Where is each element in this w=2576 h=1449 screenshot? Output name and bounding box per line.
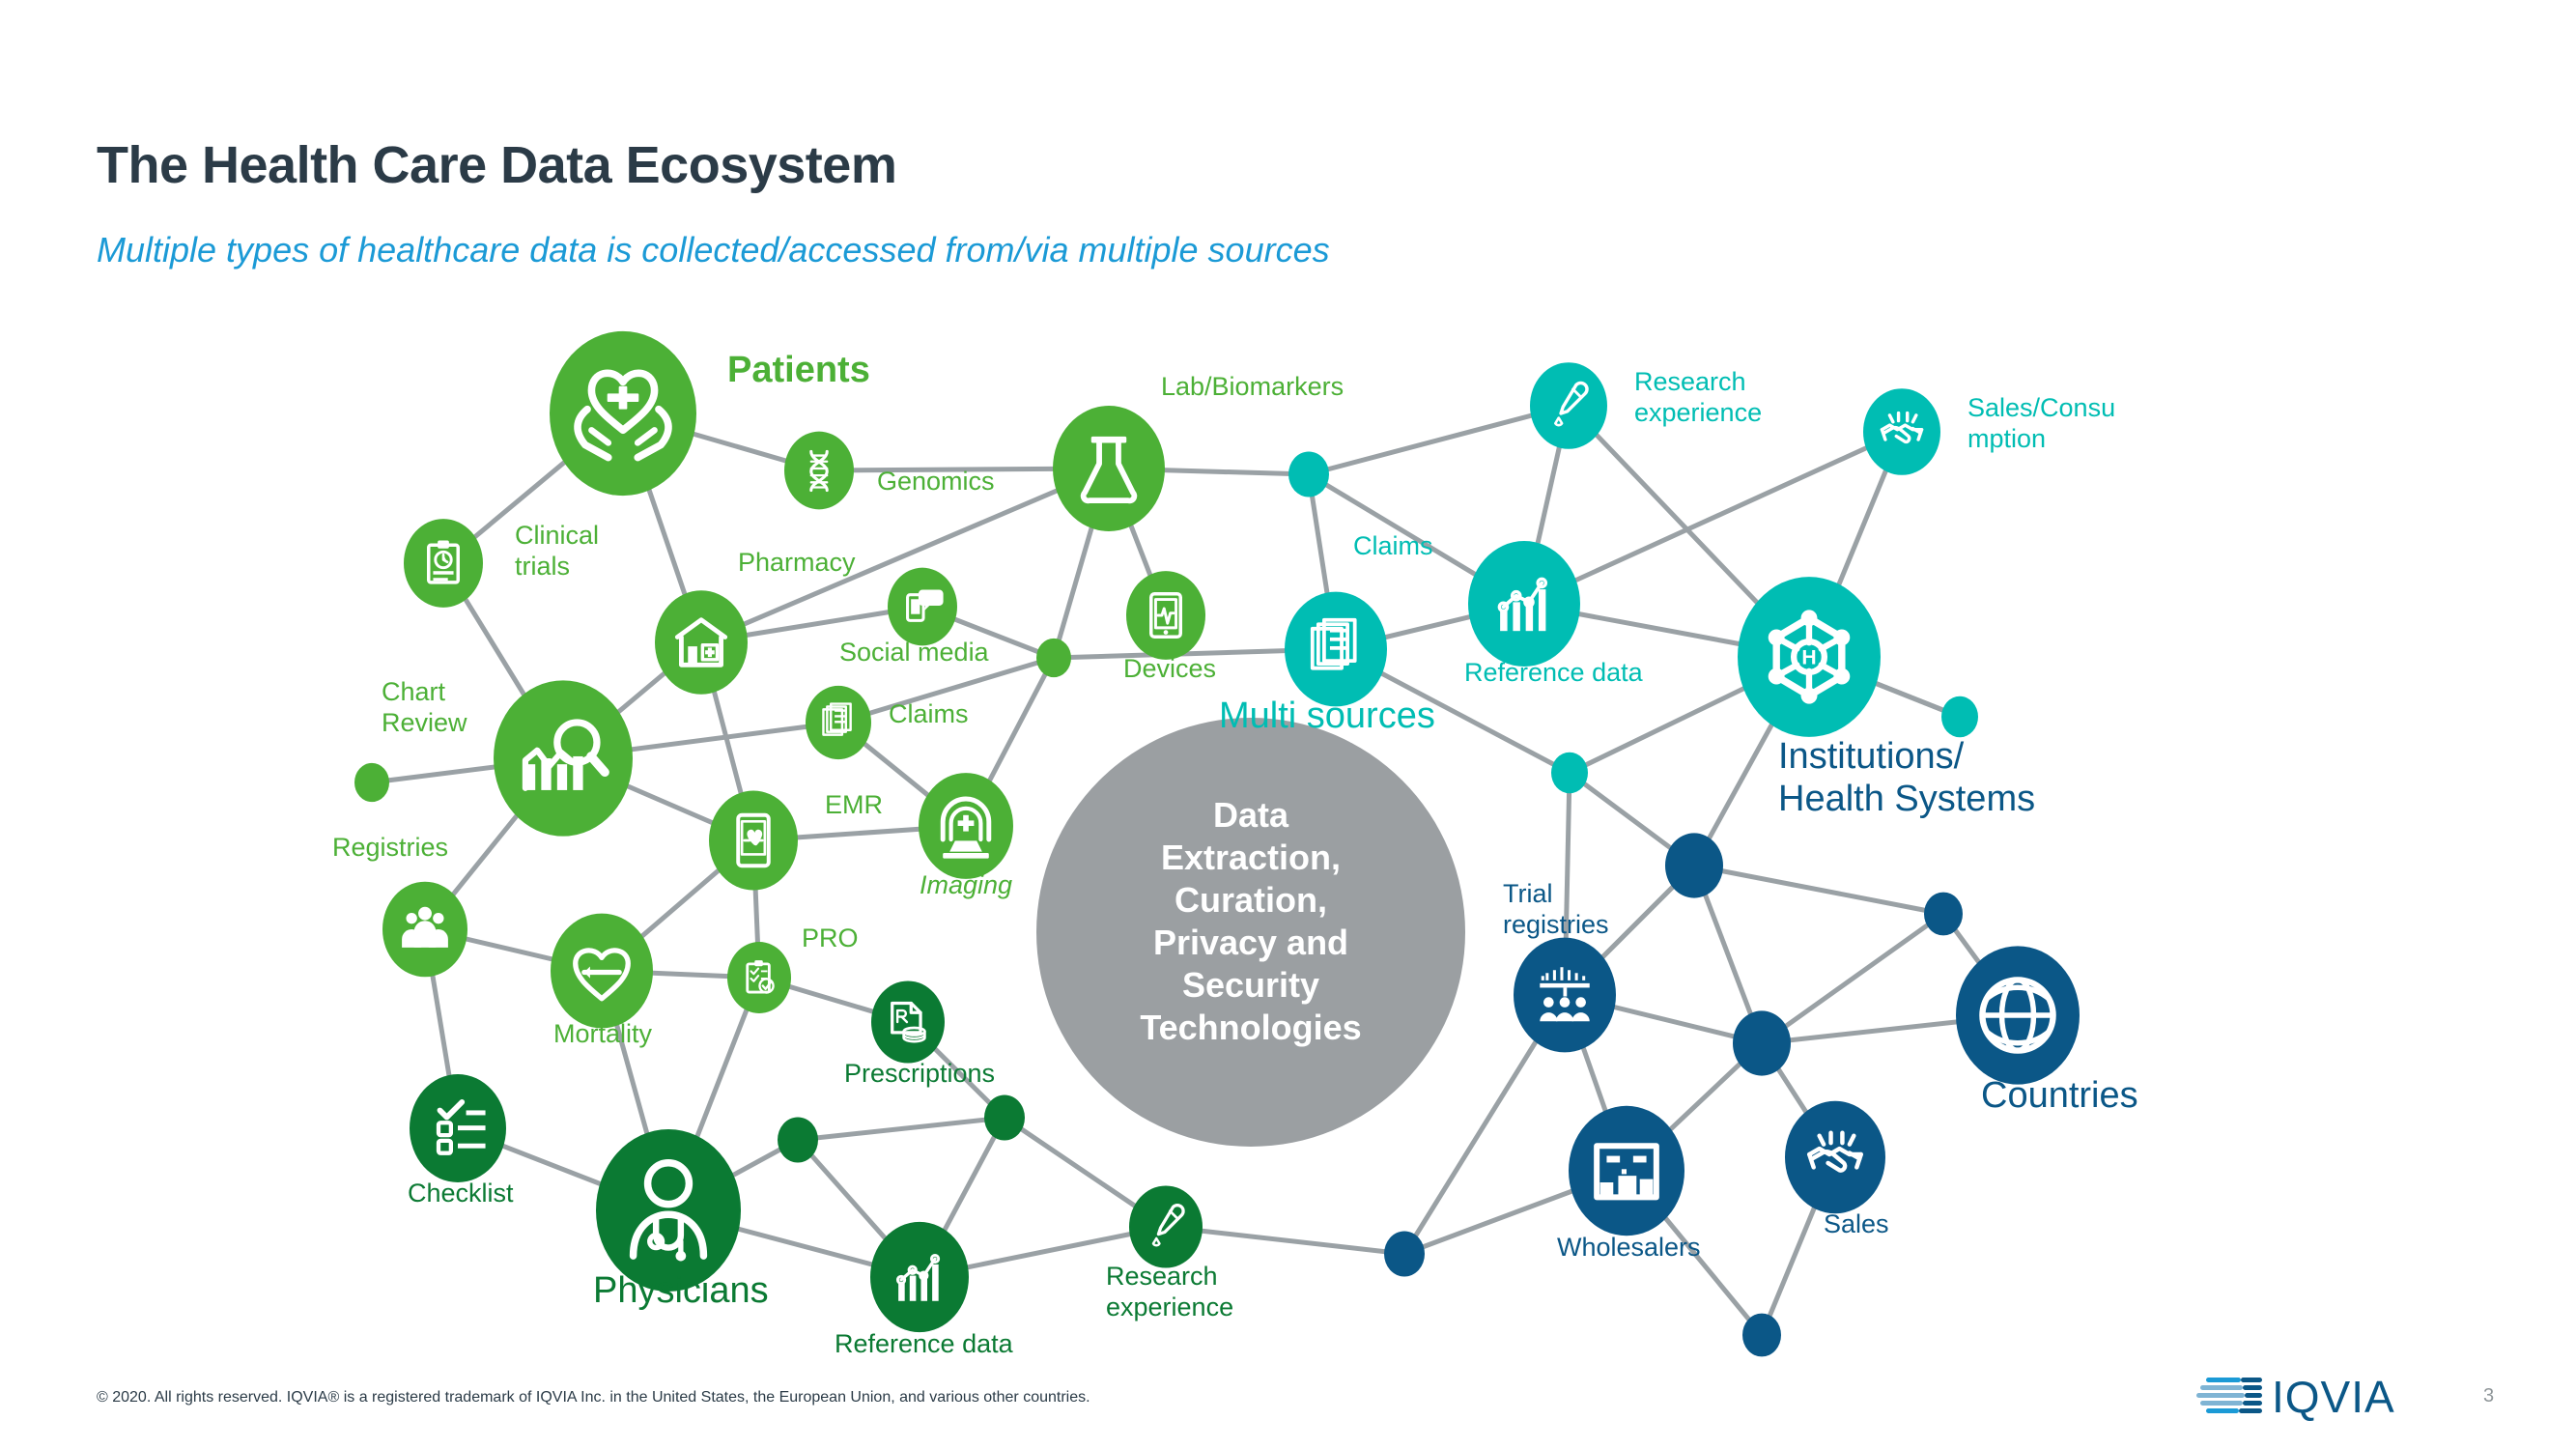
connector-dot-dot-navy-mid — [1733, 1010, 1791, 1076]
node-label-checklist: Checklist — [408, 1178, 514, 1208]
node-patients[interactable] — [550, 330, 696, 497]
connector-dot-dot-green-mid — [1036, 638, 1071, 678]
edge — [1760, 911, 1945, 1046]
node-label-claims-teal: Claims — [1353, 530, 1433, 560]
connector-dot-dot-green-br — [984, 1094, 1025, 1141]
node-label-chart-review: Chart Review — [382, 676, 467, 737]
node-disc — [655, 590, 748, 695]
node-social-media[interactable] — [888, 567, 957, 646]
node-countries[interactable] — [1956, 946, 2080, 1085]
connector-dot-dot-navy-top — [1665, 833, 1723, 898]
node-label-emr: EMR — [825, 789, 883, 819]
node-lab[interactable] — [1053, 406, 1165, 531]
node-label-pharmacy: Pharmacy — [738, 547, 856, 577]
node-label-genomics: Genomics — [877, 466, 995, 496]
node-label-sales-teal: Sales/Consu mption — [1967, 392, 2116, 453]
node-devices[interactable] — [1126, 571, 1205, 660]
node-disc — [550, 330, 696, 497]
node-trial-registries[interactable] — [1514, 937, 1616, 1053]
node-physicians[interactable] — [596, 1129, 741, 1292]
node-genomics[interactable] — [784, 431, 854, 510]
node-label-social-media: Social media — [839, 637, 989, 667]
central-hub-label: Data Extraction, Curation, Privacy and S… — [1140, 795, 1362, 1047]
node-label-clinical-trials: Clinical trials — [515, 520, 600, 581]
node-disc — [1053, 406, 1165, 531]
connector-dot-dot-navy-bottom — [1742, 1313, 1781, 1357]
node-label-countries: Countries — [1981, 1075, 2138, 1116]
svg-text:H: H — [1801, 646, 1816, 668]
node-label-patients: Patients — [727, 350, 870, 390]
node-label-reference-teal: Reference data — [1464, 657, 1643, 687]
node-imaging[interactable] — [919, 773, 1013, 879]
connector-dot-dot-green-bl — [778, 1117, 818, 1163]
node-disc — [1530, 362, 1607, 449]
edge — [797, 1115, 1005, 1143]
node-disc — [404, 519, 483, 608]
node-wholesalers[interactable] — [1569, 1105, 1684, 1236]
copyright-footer: © 2020. All rights reserved. IQVIA® is a… — [97, 1389, 1090, 1406]
node-label-pro: PRO — [802, 923, 859, 952]
node-label-mortality: Mortality — [553, 1018, 653, 1048]
node-registries[interactable] — [382, 881, 467, 978]
connector-dot-dot-navy-right — [1924, 892, 1963, 936]
node-chart-review[interactable] — [494, 680, 633, 837]
node-research-green[interactable] — [1129, 1185, 1203, 1268]
node-label-claims-green: Claims — [889, 698, 969, 728]
node-pro[interactable] — [727, 942, 791, 1013]
cluster-title-multi-sources: Multi sources — [1219, 696, 1435, 736]
page-number: 3 — [2483, 1385, 2495, 1406]
slide-canvas: The Health Care Data Ecosystem Multiple … — [0, 0, 2576, 1449]
node-label-reference-green: Reference data — [835, 1328, 1013, 1358]
node-label-imaging: Imaging — [920, 869, 1013, 899]
node-research-teal[interactable] — [1530, 362, 1607, 449]
node-reference-green[interactable] — [870, 1221, 969, 1333]
node-label-prescriptions: Prescriptions — [844, 1058, 996, 1088]
node-claims-green[interactable] — [806, 685, 871, 760]
edge — [1522, 429, 1904, 607]
connector-dot-dot-navy-left — [1384, 1231, 1425, 1277]
node-label-physicians: Physicians — [593, 1270, 769, 1311]
node-label-institutions: Institutions/ Health Systems — [1778, 736, 2036, 819]
connector-dot-dot-teal-hub — [1551, 752, 1588, 794]
connector-dot-dot-registries-left — [354, 762, 389, 803]
node-disc — [1129, 1185, 1203, 1268]
connector-dot-dot-teal-top — [1288, 451, 1329, 497]
node-label-research-teal: Research experience — [1634, 366, 1763, 427]
node-institutions[interactable]: H — [1738, 577, 1881, 737]
node-sales-navy[interactable] — [1785, 1100, 1885, 1214]
connector-dot-dot-teal-right — [1941, 696, 1978, 738]
node-label-wholesalers: Wholesalers — [1557, 1232, 1701, 1262]
node-label-lab: Lab/Biomarkers — [1161, 371, 1345, 401]
logo-wordmark: IQVIA — [2272, 1372, 2395, 1422]
node-sales-teal[interactable] — [1863, 388, 1940, 475]
edge — [1693, 863, 1944, 917]
iqvia-logo: IQVIA — [2196, 1372, 2395, 1422]
node-label-registries: Registries — [332, 832, 449, 862]
node-label-sales-navy: Sales — [1824, 1208, 1889, 1238]
node-label-trial-registries: Trial registries — [1503, 878, 1609, 939]
node-clinical-trials[interactable] — [404, 519, 483, 608]
logo-bars-icon — [2196, 1378, 2262, 1413]
node-emr[interactable] — [709, 790, 798, 891]
node-prescriptions[interactable] — [871, 980, 945, 1064]
node-pharmacy[interactable] — [655, 590, 748, 695]
node-label-research-green: Research experience — [1106, 1261, 1234, 1321]
node-claims-teal[interactable] — [1285, 591, 1387, 707]
node-mortality[interactable] — [551, 913, 653, 1029]
node-checklist[interactable] — [410, 1074, 506, 1182]
edge — [1308, 403, 1570, 477]
node-reference-teal[interactable] — [1468, 541, 1580, 667]
node-disc — [596, 1129, 741, 1292]
node-disc — [727, 942, 791, 1013]
node-disc — [784, 431, 854, 510]
node-label-devices: Devices — [1123, 653, 1217, 683]
